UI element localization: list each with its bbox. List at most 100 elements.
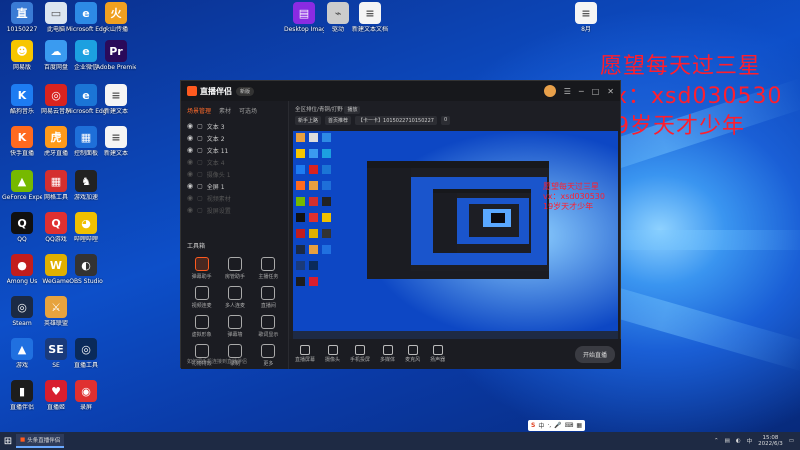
system-tray: ⌃ ▤ ◐ 中 15:08 2022/6/3 ▭: [714, 435, 800, 447]
tool-icon: [194, 286, 209, 300]
nested-overlay-line-2: vx：xsd030530: [543, 192, 605, 201]
desktop-icon-label: 控制面板: [73, 150, 98, 157]
bottom-button[interactable]: 麦克风: [405, 345, 420, 363]
help-link[interactable]: 如何把手机连接到直播伴侣: [187, 358, 247, 365]
desktop-icon-doc4[interactable]: ≡ 新建文本文档: [350, 2, 390, 46]
tool-button[interactable]: 主播任务: [252, 257, 285, 280]
desktop-icon-obs2[interactable]: ◎ 直播工具: [66, 338, 106, 382]
close-icon[interactable]: ✕: [607, 87, 614, 96]
chip-3[interactable]: 【卡一卡】1015022710150227: [355, 116, 437, 125]
tool-button[interactable]: 多人连麦: [218, 286, 251, 309]
eye-icon[interactable]: ◉: [187, 158, 193, 166]
bottom-button[interactable]: 手机投屏: [350, 345, 370, 363]
bottom-button[interactable]: 多媒体: [380, 345, 395, 363]
desktop-icon-doc5[interactable]: ≡ 8月: [566, 2, 606, 46]
scene-row[interactable]: ◉ ▢ 全屏 1: [181, 180, 288, 192]
scene-name: 投屏设置: [206, 207, 231, 215]
eye-icon[interactable]: ◉: [187, 122, 193, 130]
scene-row[interactable]: ◉ ▢ 摄像头 1: [181, 168, 288, 180]
tool-button[interactable]: 歌词显示: [252, 315, 285, 338]
eye-icon[interactable]: ◉: [187, 146, 193, 154]
stream-preview[interactable]: 愿望每天过三星 vx：xsd030530 19岁天才少年: [293, 131, 618, 339]
eye-icon[interactable]: ◉: [187, 206, 193, 214]
eye-icon[interactable]: ◉: [187, 182, 193, 190]
bottom-button-icon: [300, 345, 310, 355]
tool-button[interactable]: 更多: [252, 344, 285, 367]
tool-button[interactable]: 弹幕墙: [218, 315, 251, 338]
skin-icon[interactable]: ▦: [576, 422, 582, 429]
start-live-button[interactable]: 开始直播: [574, 345, 615, 363]
desktop-icon-rev[interactable]: ◉ 录屏: [66, 380, 106, 424]
desktop-icon-bili[interactable]: ◕ 哔哩哔哩: [66, 212, 106, 256]
scene-row[interactable]: ◉ ▢ 文本 4: [181, 156, 288, 168]
chip-2[interactable]: 首页推荐: [325, 116, 352, 125]
eye-icon[interactable]: ◉: [187, 170, 193, 178]
desktop-icon-game1[interactable]: ♞ 游戏加速: [66, 170, 106, 214]
keyboard-icon[interactable]: ⌨: [565, 422, 574, 429]
avatar[interactable]: [543, 85, 556, 97]
ime-indicator-icon[interactable]: 中: [747, 437, 753, 445]
scene-name: 视频素材: [206, 195, 231, 203]
clock[interactable]: 15:08 2022/6/3: [758, 435, 783, 447]
scene-row[interactable]: ◉ ▢ 文本 3: [181, 120, 288, 132]
tool-label: 弹幕助手: [191, 274, 212, 280]
stream-title[interactable]: 全区排位/青铜/打野: [295, 107, 343, 113]
eye-icon[interactable]: ◉: [187, 134, 193, 142]
scene-row[interactable]: ◉ ▢ 投屏设置: [181, 204, 288, 216]
desktop-icon-game2[interactable]: ⚔ 英雄联盟: [36, 296, 76, 340]
bottom-button[interactable]: 直播屏幕: [295, 345, 315, 363]
play-badge[interactable]: 播放: [344, 106, 361, 114]
scene-row[interactable]: ◉ ▢ 文本 11: [181, 144, 288, 156]
lock-icon[interactable]: ▢: [197, 159, 203, 166]
start-button[interactable]: ⊞: [0, 432, 16, 450]
lock-icon[interactable]: ▢: [197, 123, 203, 130]
bottom-button-icon: [327, 345, 338, 355]
scene-row[interactable]: ◉ ▢ 视频素材: [181, 192, 288, 204]
tool-button[interactable]: 弹幕助手: [185, 257, 218, 280]
eye-icon[interactable]: ◉: [187, 194, 193, 202]
lock-icon[interactable]: ▢: [197, 207, 203, 214]
app-titlebar[interactable]: 直播伴侣 新版 ☰ ─ □ ✕: [181, 81, 620, 101]
lock-icon[interactable]: ▢: [197, 135, 203, 142]
tab-scenes[interactable]: 场景管理: [187, 106, 211, 115]
lock-icon[interactable]: ▢: [197, 171, 203, 178]
desktop-icon-doc1[interactable]: ≡ 新建文本: [96, 84, 136, 128]
desktop-icon-obs[interactable]: ◐ OBS Studio: [66, 254, 106, 298]
network-icon[interactable]: ▤: [725, 438, 730, 444]
bottom-button[interactable]: 扬声器: [430, 345, 445, 363]
tool-button[interactable]: 虚拟形象: [185, 315, 218, 338]
taskbar-app[interactable]: ■ 头条直播伴侣: [16, 434, 65, 448]
volume-icon[interactable]: ◐: [736, 438, 741, 444]
win-icon: ▦: [75, 126, 97, 148]
ime-punct-icon[interactable]: ·,: [547, 422, 551, 429]
bottom-button-label: 扬声器: [430, 357, 446, 363]
lock-icon[interactable]: ▢: [197, 147, 203, 154]
tool-button[interactable]: 视频连麦: [185, 286, 218, 309]
tool-icon: [261, 344, 276, 358]
menu-icon[interactable]: ☰: [564, 87, 571, 96]
version-tag[interactable]: 新版: [236, 86, 255, 96]
tray-up-icon[interactable]: ⌃: [714, 438, 719, 444]
ime-mode[interactable]: 中: [538, 421, 544, 430]
desktop-icon-doc2[interactable]: ≡ 新建文本: [96, 126, 136, 170]
mic-icon[interactable]: 🎤: [554, 422, 561, 429]
maximize-icon[interactable]: □: [592, 87, 600, 96]
sogou-icon[interactable]: S: [531, 422, 535, 429]
tab-materials[interactable]: 素材: [219, 106, 231, 115]
minimize-icon[interactable]: ─: [579, 87, 584, 96]
desktop-icon-pr[interactable]: Pr Adobe Premiere: [96, 40, 136, 84]
notification-icon[interactable]: ▭: [789, 438, 794, 444]
lock-icon[interactable]: ▢: [197, 183, 203, 190]
tool-button[interactable]: 直播间: [252, 286, 285, 309]
chip-1[interactable]: 新手上路: [295, 116, 322, 125]
overlay-line-1: 愿望每天过三星: [600, 54, 762, 79]
ime-toolbar[interactable]: S 中 ·, 🎤 ⌨ ▦: [528, 420, 585, 431]
live-companion-window[interactable]: 直播伴侣 新版 ☰ ─ □ ✕ 场景管理 素材 可选场 ◉ ▢ 文本 3 ◉ ▢ 文本 2…: [180, 80, 621, 369]
bottom-button[interactable]: 摄像头: [325, 345, 340, 363]
tool-button[interactable]: 房管助手: [218, 257, 251, 280]
lock-icon[interactable]: ▢: [197, 195, 203, 202]
scene-list: ◉ ▢ 文本 3 ◉ ▢ 文本 2 ◉ ▢ 文本 11 ◉ ▢ 文本 4 ◉ ▢ 摄像头 1 ◉ ▢ 全屏 1 ◉ ▢…: [181, 120, 288, 216]
scene-row[interactable]: ◉ ▢ 文本 2: [181, 132, 288, 144]
tab-optional[interactable]: 可选场: [239, 106, 257, 115]
nested-window-1: [367, 161, 549, 279]
